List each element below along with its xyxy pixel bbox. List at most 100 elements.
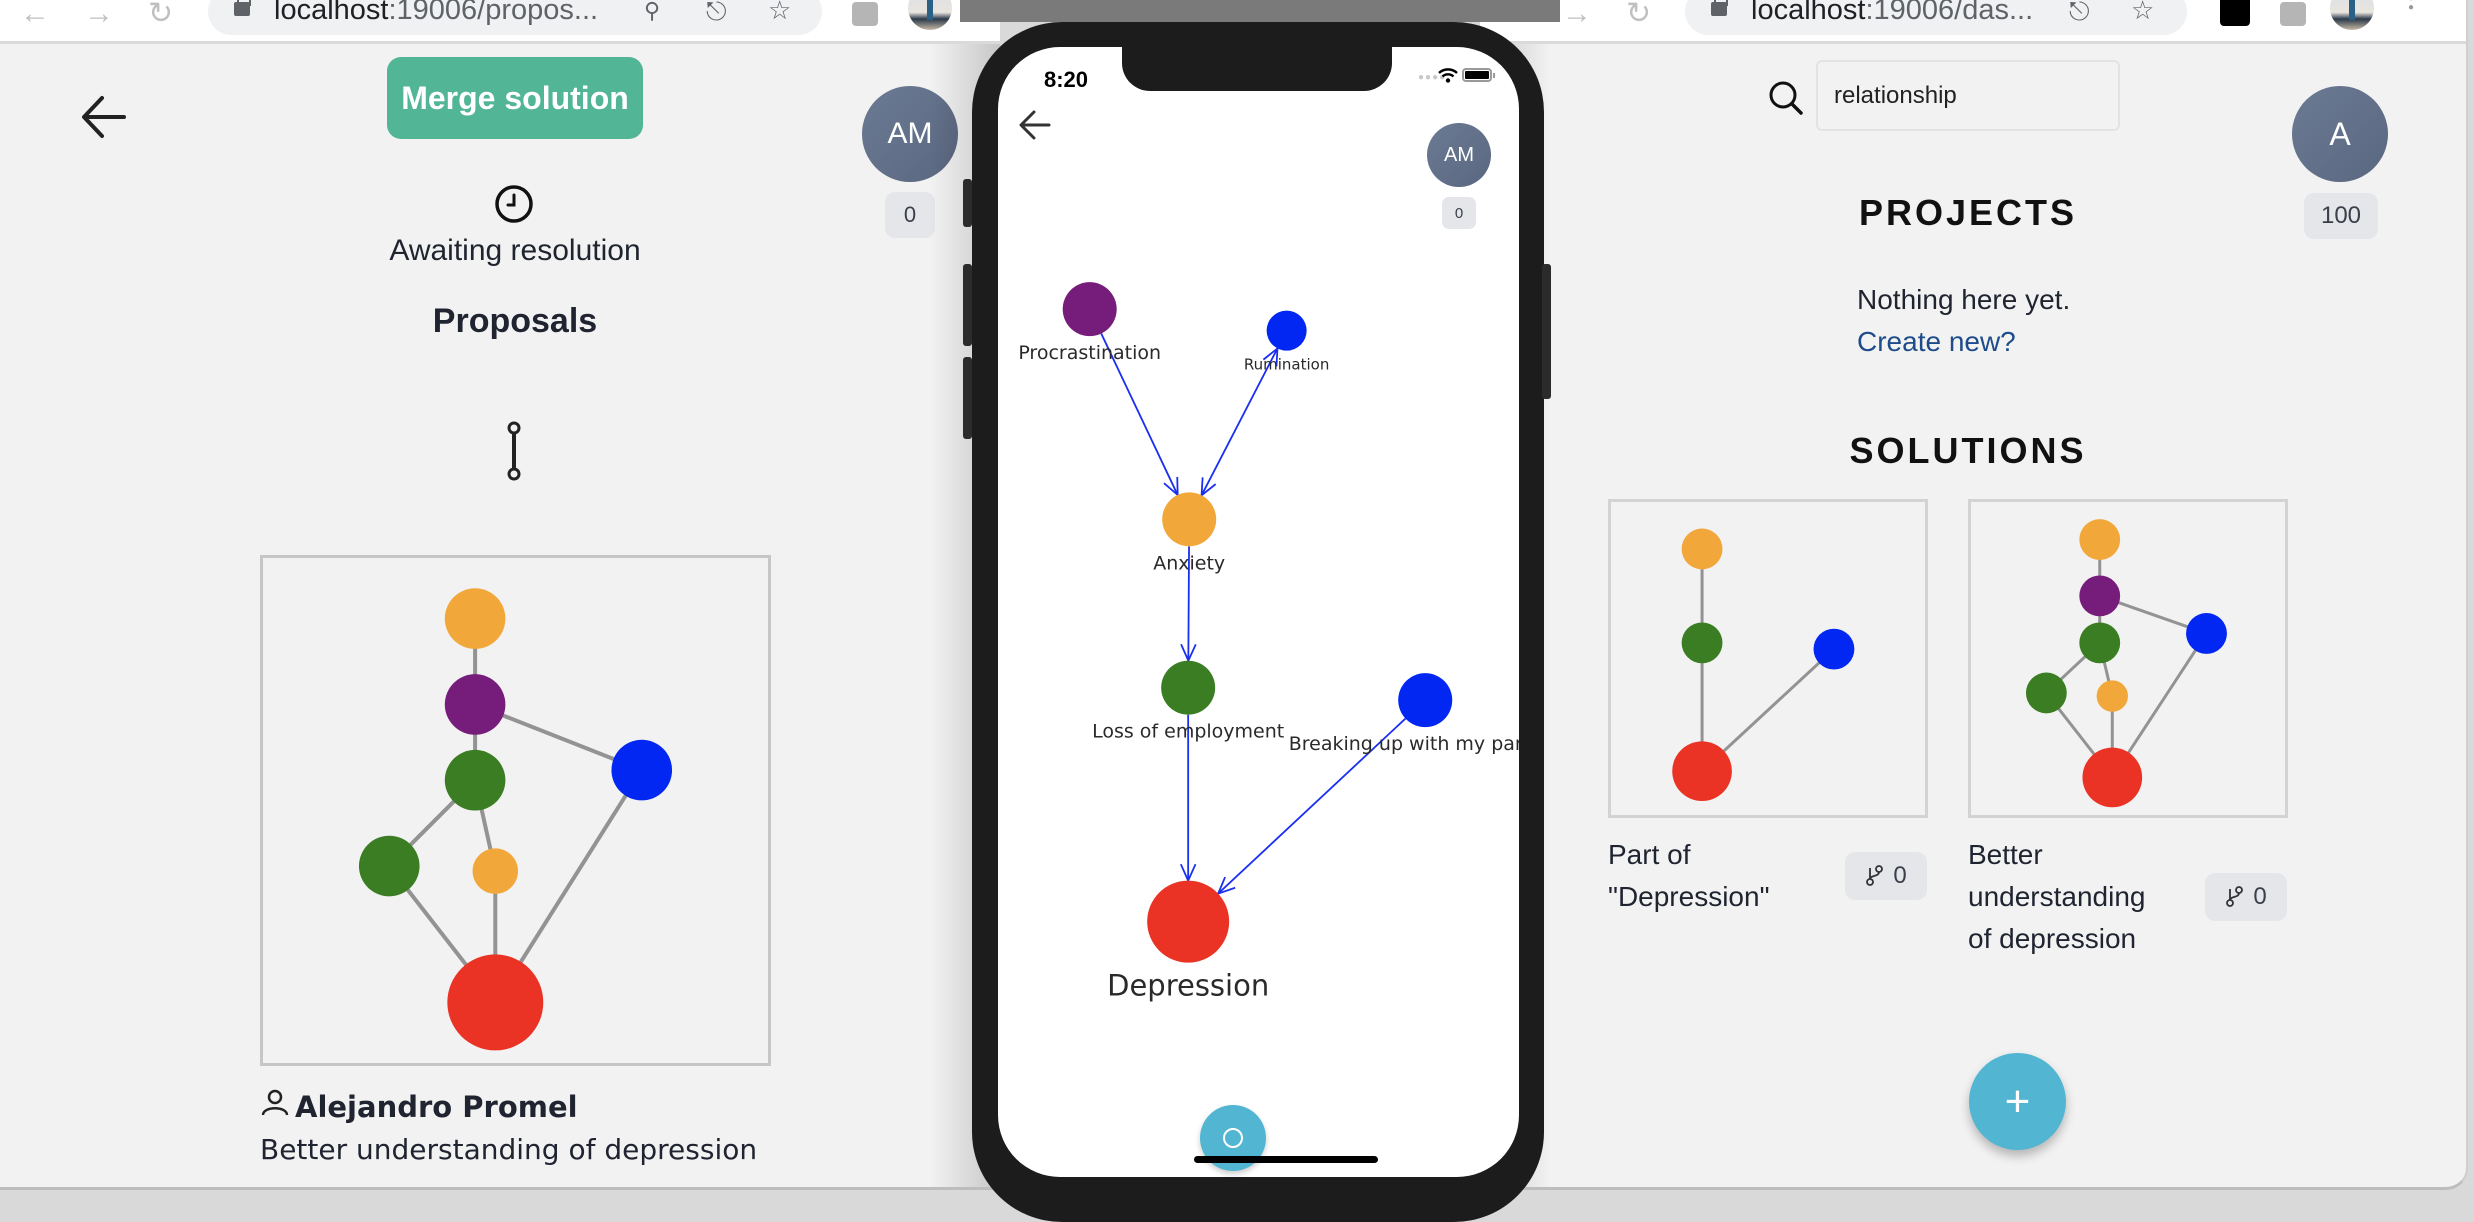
avatar-initials: AM (887, 117, 933, 150)
merge-solution-button[interactable]: Merge solution (387, 57, 643, 139)
solution-card-graph[interactable] (1608, 499, 1928, 818)
create-project-link[interactable]: Create new? (1857, 326, 2016, 358)
graph-node[interactable] (2079, 575, 2121, 617)
url-host: localhost (1751, 0, 1866, 26)
graph-node[interactable] (444, 749, 506, 811)
causal-graph: Procrastination Rumination Anxiety Loss of … (1018, 282, 1519, 1003)
graph-node-rumination[interactable] (1266, 310, 1307, 351)
solution-title[interactable]: Better understanding of depression (1968, 834, 2168, 960)
back-icon[interactable]: ← (20, 0, 50, 29)
points-badge: 0 (885, 192, 935, 238)
graph-node-breaking-up[interactable] (1398, 673, 1453, 728)
projects-empty-text: Nothing here yet. (1857, 284, 2071, 315)
power-button[interactable] (1542, 264, 1551, 399)
branch-icon (507, 421, 521, 481)
fork-count: 0 (2253, 883, 2267, 910)
extensions-icon[interactable] (852, 2, 878, 26)
graph-node[interactable] (444, 588, 506, 649)
lock-icon (234, 0, 251, 16)
solution-graph (2025, 519, 2227, 808)
proposal-author[interactable]: Alejandro Promel (295, 1090, 578, 1124)
graph-node-label: Loss of employment (1092, 721, 1284, 743)
graph-node[interactable] (1813, 628, 1855, 670)
points-value: 0 (903, 202, 917, 227)
reload-icon[interactable]: ↻ (1626, 0, 1651, 29)
solution-graph (1672, 528, 1855, 802)
graph-node-depression[interactable] (1147, 880, 1230, 963)
fork-count: 0 (1893, 862, 1907, 889)
extensions-icon[interactable] (2280, 2, 2306, 26)
address-bar[interactable]: localhost:19006/propos... ⚲ ⎋ ☆ (208, 0, 822, 35)
graph-node[interactable] (447, 954, 544, 1051)
solutions-heading: SOLUTIONS (1849, 430, 2087, 471)
reload-icon[interactable]: ↻ (148, 0, 173, 29)
graph-node[interactable] (1672, 741, 1732, 802)
avatar-initials: A (2329, 115, 2351, 152)
volume-up-button[interactable] (963, 264, 972, 346)
share-icon[interactable]: ⎋ (2069, 0, 2090, 24)
forward-icon[interactable]: → (1562, 0, 1592, 29)
phone-screen: 8:20 ●●●● AM 0 Procrastination Rumination… (998, 47, 1519, 1177)
circle-icon (1223, 1128, 1243, 1148)
mute-switch[interactable] (963, 179, 972, 227)
url-host: localhost (274, 0, 389, 26)
share-icon[interactable]: ⎋ (706, 0, 727, 24)
fork-icon (1866, 865, 1884, 886)
projects-heading: PROJECTS (1858, 192, 2078, 233)
status-text: Awaiting resolution (389, 234, 641, 267)
profile-icon[interactable] (908, 0, 952, 30)
url-path: :19006/das... (1865, 0, 2034, 26)
browser-toolbar: ← → ↻ localhost:19006/propos... ⚲ ⎋ ☆ ●● (0, 0, 1000, 44)
graph-node-anxiety[interactable] (1162, 492, 1217, 547)
window-gap (960, 0, 1560, 22)
fork-count-badge[interactable]: 0 (2205, 873, 2287, 921)
add-solution-button[interactable]: + (1969, 1053, 2066, 1150)
url-text: localhost:19006/das... (1751, 0, 2033, 27)
graph-node[interactable] (358, 835, 420, 897)
lock-icon (1711, 0, 1728, 16)
right-browser-window: ← → ↻ localhost:19006/das... ⎋ ☆ ●● A 10… (1480, 0, 2468, 1190)
graph-node-label: Procrastination (1018, 342, 1161, 364)
graph-node-label: Breaking up with my partner (1289, 733, 1519, 755)
star-icon[interactable]: ☆ (768, 0, 791, 23)
unlock-extension-icon[interactable] (2220, 0, 2250, 26)
url-text: localhost:19006/propos... (274, 0, 598, 27)
graph-node[interactable] (2186, 613, 2227, 654)
graph-node[interactable] (2082, 747, 2143, 808)
fork-count-badge[interactable]: 0 (1845, 852, 1927, 900)
avatar[interactable]: A (2292, 86, 2388, 182)
search-icon[interactable] (1768, 80, 1804, 116)
profile-icon[interactable] (2330, 0, 2374, 30)
solution-card-graph[interactable] (1968, 499, 2288, 818)
star-icon[interactable]: ☆ (2131, 0, 2154, 23)
key-icon[interactable]: ⚲ (644, 0, 660, 24)
phone-simulator: 8:20 ●●●● AM 0 Procrastination Rumination… (963, 22, 1551, 1222)
address-bar[interactable]: localhost:19006/das... ⎋ ☆ (1685, 0, 2187, 35)
home-indicator[interactable] (1194, 1156, 1378, 1163)
clock-icon (495, 185, 533, 223)
graph-node-loss-of-employment[interactable] (1161, 660, 1216, 715)
volume-down-button[interactable] (963, 357, 972, 439)
back-arrow-icon[interactable] (80, 94, 128, 140)
menu-icon[interactable]: ●● (2407, 0, 2415, 13)
proposal-graph-card[interactable] (260, 555, 771, 1066)
graph-node[interactable] (1681, 622, 1723, 664)
proposals-heading: Proposals (432, 302, 598, 340)
graph-node[interactable] (2096, 680, 2128, 712)
graph-node[interactable] (611, 739, 673, 801)
graph-node[interactable] (472, 848, 519, 894)
forward-icon[interactable]: → (84, 0, 114, 29)
search-input[interactable] (1816, 60, 2120, 131)
graph-node[interactable] (444, 674, 506, 735)
graph-node-procrastination[interactable] (1062, 282, 1117, 337)
graph-node-label: Rumination (1244, 356, 1329, 374)
graph-node[interactable] (2079, 519, 2121, 560)
proposal-description: Better understanding of depression (260, 1133, 758, 1166)
proposal-graph (358, 588, 673, 1051)
graph-node[interactable] (2079, 622, 2121, 664)
fork-icon (2226, 886, 2244, 907)
solution-title[interactable]: Part of "Depression" (1608, 834, 1818, 918)
graph-node[interactable] (1681, 528, 1723, 570)
url-path: :19006/propos... (388, 0, 599, 26)
graph-node[interactable] (2025, 672, 2067, 714)
